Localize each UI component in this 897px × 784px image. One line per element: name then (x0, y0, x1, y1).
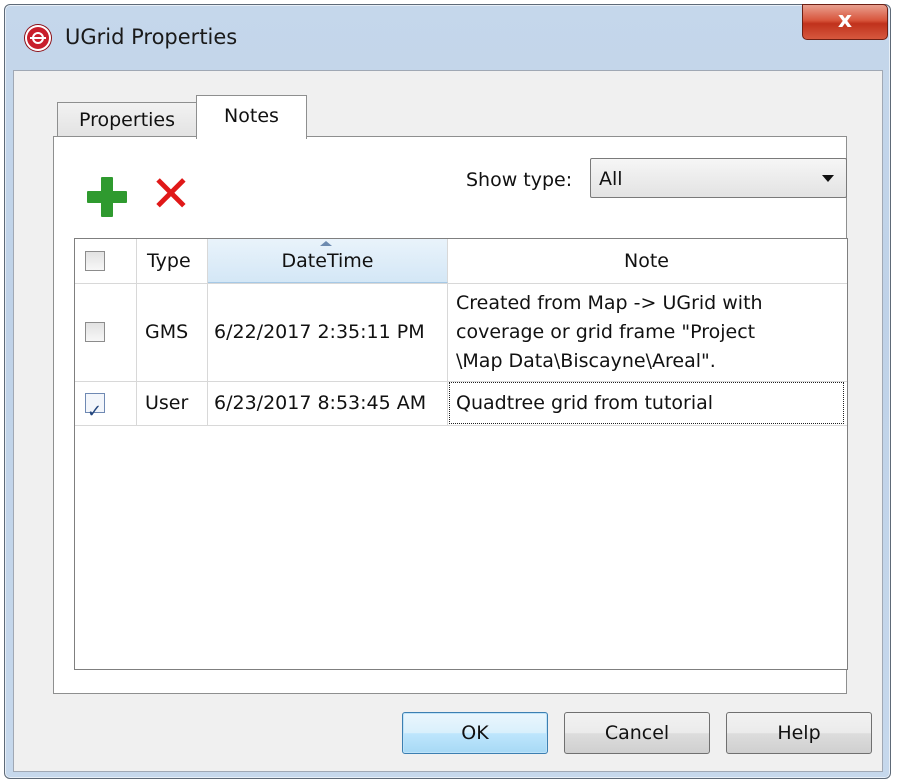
tab-properties[interactable]: Properties (57, 102, 197, 138)
notes-tab-panel: ✕ Show type: All Type DateTime Note GMS … (53, 136, 848, 694)
table-header-row: Type DateTime Note (75, 239, 847, 284)
row-check-cell: ✓ (75, 381, 137, 425)
show-type-label: Show type: (466, 169, 573, 191)
header-select-all (75, 239, 137, 283)
row-checkbox[interactable] (85, 322, 105, 342)
datetime-cell: 6/23/2017 8:53:45 AM (208, 381, 448, 425)
sort-ascending-icon (320, 241, 332, 246)
show-type-value: All (599, 168, 623, 190)
note-line: Created from Map -> UGrid with (456, 292, 763, 314)
add-note-icon[interactable] (85, 175, 129, 219)
datetime-cell: 6/22/2017 2:35:11 PM (208, 283, 448, 381)
delete-note-icon[interactable]: ✕ (146, 169, 196, 219)
cancel-button[interactable]: Cancel (564, 712, 710, 754)
table-row[interactable]: GMS 6/22/2017 2:35:11 PM Created from Ma… (75, 283, 847, 382)
column-header-datetime-label: DateTime (281, 250, 374, 272)
app-logo-icon (25, 25, 51, 51)
note-line: \Map Data\Biscayne\Areal". (456, 350, 716, 372)
column-header-type[interactable]: Type (137, 239, 208, 283)
window-title: UGrid Properties (65, 25, 238, 49)
datetime-value: 6/23/2017 8:53:45 AM (214, 392, 427, 414)
select-all-checkbox[interactable] (85, 251, 105, 271)
chevron-down-icon[interactable] (822, 175, 834, 182)
column-header-note[interactable]: Note (448, 239, 845, 283)
close-button[interactable]: x (802, 4, 888, 40)
dialog-body: Properties Notes ✕ Show type: All Type D… (13, 70, 883, 772)
dialog-window: UGrid Properties x Properties Notes ✕ Sh… (4, 4, 891, 779)
help-button[interactable]: Help (726, 712, 872, 754)
tab-notes[interactable]: Notes (196, 95, 307, 139)
table-row[interactable]: ✓ User 6/23/2017 8:53:45 AM Quadtree gri… (75, 381, 847, 426)
checkmark-icon: ✓ (87, 401, 103, 422)
column-header-datetime[interactable]: DateTime (208, 239, 448, 283)
note-value: Quadtree grid from tutorial (456, 392, 714, 414)
note-cell[interactable]: Created from Map -> UGrid with coverage … (448, 283, 845, 381)
row-checkbox[interactable]: ✓ (85, 393, 105, 422)
show-type-dropdown[interactable]: All (590, 158, 847, 198)
ok-button[interactable]: OK (402, 712, 548, 754)
type-cell: User (137, 381, 208, 425)
type-value: User (145, 392, 189, 414)
note-line: coverage or grid frame "Project (456, 321, 756, 343)
row-check-cell (75, 283, 137, 381)
type-cell: GMS (137, 283, 208, 381)
note-cell-focused[interactable]: Quadtree grid from tutorial (448, 381, 845, 425)
notes-table: Type DateTime Note GMS 6/22/2017 2:35:11… (74, 238, 848, 670)
note-value: Created from Map -> UGrid with coverage … (456, 289, 763, 376)
datetime-value: 6/22/2017 2:35:11 PM (214, 321, 425, 343)
title-bar[interactable]: UGrid Properties x (5, 4, 890, 71)
type-value: GMS (145, 321, 189, 343)
